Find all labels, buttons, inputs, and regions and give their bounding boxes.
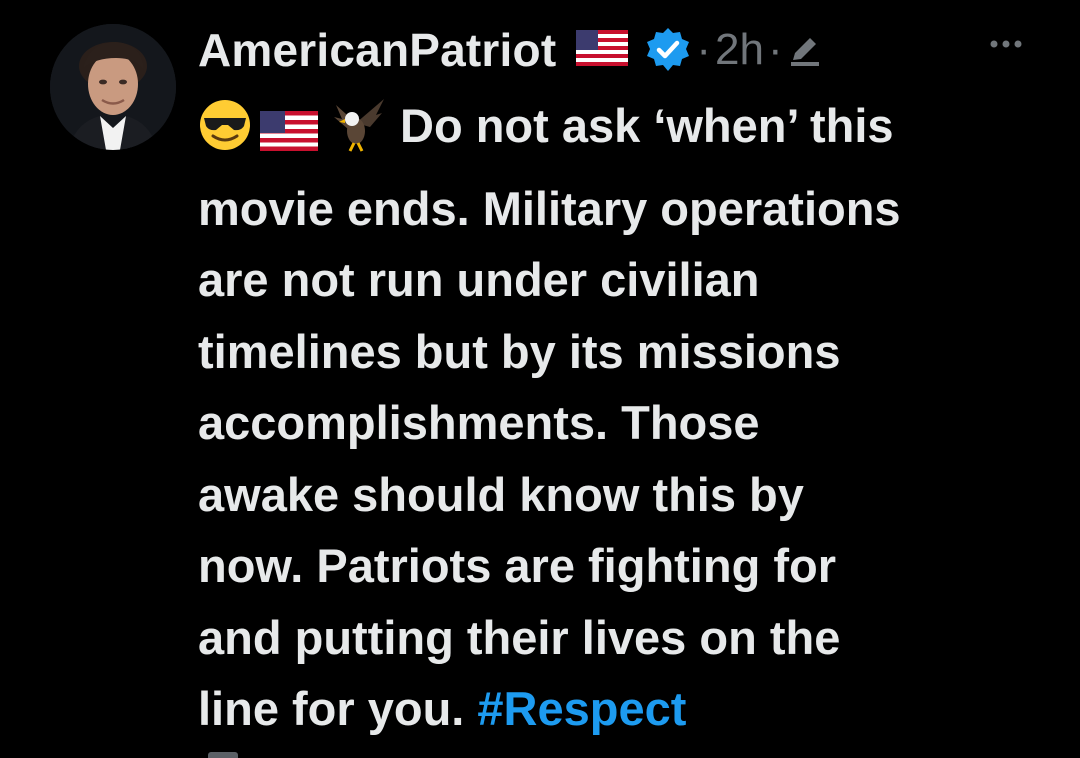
body-line-3: are not run under civilian <box>198 253 760 306</box>
tweet-header: AmericanPatriot · 2h · <box>198 18 825 82</box>
body-line-2: movie ends. Military operations <box>198 181 901 235</box>
time-separator: · <box>696 25 711 74</box>
verified-badge-icon[interactable] <box>644 26 692 74</box>
display-name[interactable]: AmericanPatriot <box>198 23 556 77</box>
cutoff-element <box>208 752 238 758</box>
us-flag-icon <box>576 29 629 71</box>
pencil-icon[interactable] <box>785 30 825 70</box>
us-flag-emoji-icon <box>260 99 318 171</box>
avatar[interactable] <box>50 24 176 150</box>
emoji-group <box>198 97 386 173</box>
sunglasses-face-emoji-icon <box>198 98 252 172</box>
body-line-9: line for you. <box>198 682 465 735</box>
body-line-6: awake should know this by <box>198 467 804 521</box>
ellipsis-icon[interactable] <box>986 34 1026 54</box>
eagle-emoji-icon <box>326 97 386 173</box>
tweet-card[interactable]: AmericanPatriot · 2h · Do not ask ‘when’… <box>0 0 1080 758</box>
body-line-4: timelines but by its missions <box>198 324 841 378</box>
body-line-5: accomplishments. Those <box>198 396 760 449</box>
tweet-body: Do not ask ‘when’ this movie ends. Milit… <box>198 90 1048 745</box>
body-line-7: now. Patriots are fighting for <box>198 539 836 592</box>
time-separator-2: · <box>767 25 783 74</box>
timestamp[interactable]: 2h <box>715 25 764 75</box>
body-line-8: and putting their lives on the <box>198 610 841 664</box>
body-line-1: Do not ask ‘when’ this <box>400 99 894 152</box>
hashtag-link[interactable]: #Respect <box>477 682 686 735</box>
